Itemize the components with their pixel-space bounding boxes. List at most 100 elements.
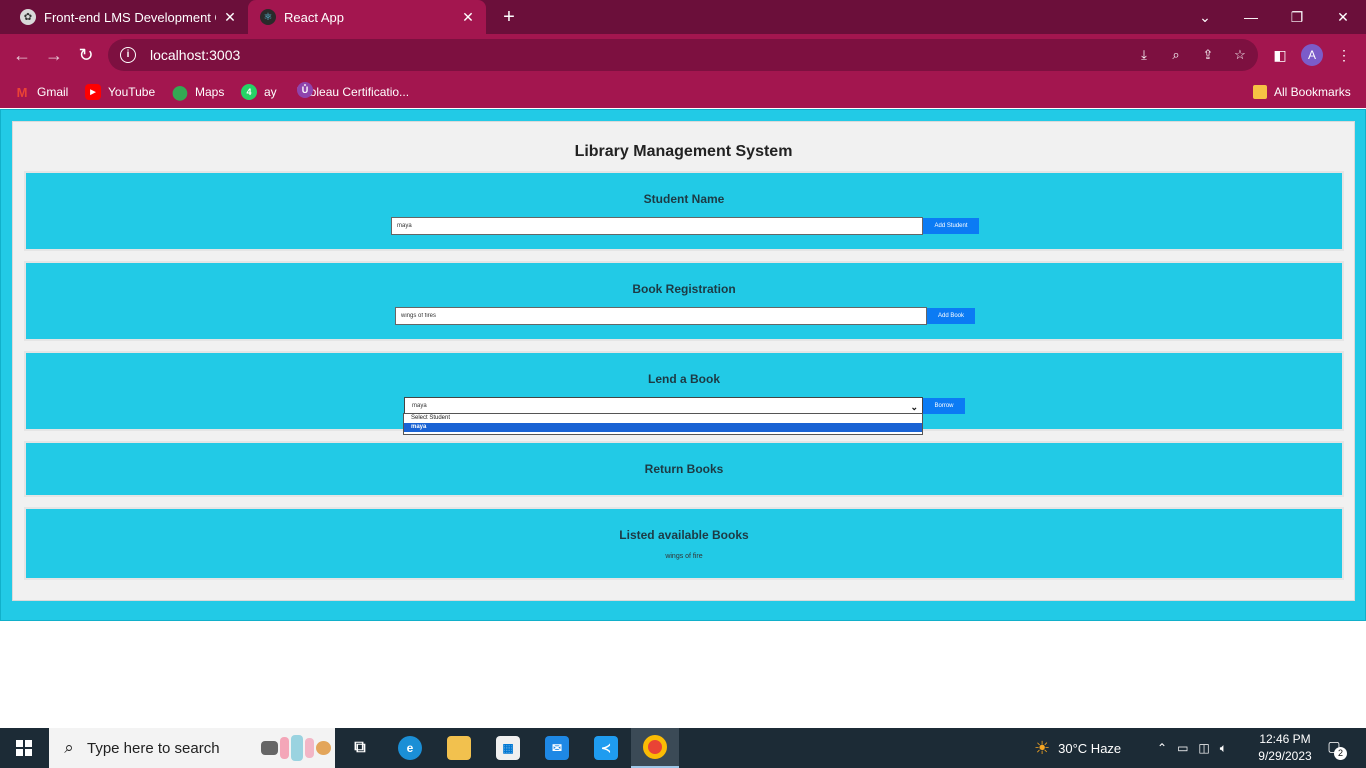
tab-search-icon[interactable]: ⌄ <box>1193 5 1217 29</box>
browser-toolbar: ← → ↻ i localhost:3003 ⤓ ⌕ ⇪ ☆ ◧ ⋮ <box>0 34 1366 76</box>
add-book-button[interactable]: Add Book <box>927 308 975 324</box>
bookmark-label: All Bookmarks <box>1274 85 1351 99</box>
system-tray: ⌃ ▭ ◫ 🔈︎ <box>1157 728 1227 768</box>
tray-chevron-icon[interactable]: ⌃ <box>1157 741 1167 755</box>
bookmark-label: YouTube <box>108 85 156 99</box>
haze-icon: ☀ <box>1034 737 1051 758</box>
browser-tab-bar: ✿ Front-end LMS Development Gu ✕ ⚛ React… <box>0 0 1366 34</box>
volume-icon[interactable]: 🔈︎ <box>1220 741 1227 756</box>
folder-icon <box>1253 85 1267 99</box>
dropdown-option[interactable]: Select Student <box>404 414 922 423</box>
select-value: maya <box>412 403 427 409</box>
chrome-icon <box>643 735 667 759</box>
tab-title: Front-end LMS Development Gu <box>44 9 216 25</box>
dropdown-option[interactable]: maya <box>404 423 922 432</box>
react-icon: ⚛ <box>260 9 276 25</box>
share-icon[interactable]: ⇪ <box>1196 43 1220 67</box>
zoom-icon[interactable]: ⌕ <box>1164 43 1188 67</box>
borrow-button[interactable]: Borrow <box>923 398 965 414</box>
file-explorer-app[interactable] <box>435 728 483 768</box>
windows-taskbar: ⌕ Type here to search ⧉ e ▦ ✉ ≺ ☀ 30°C H… <box>0 728 1366 768</box>
address-url: localhost:3003 <box>150 47 241 63</box>
weather-widget[interactable]: ☀ 30°C Haze <box>1034 728 1121 768</box>
bookmarks-bar: M Gmail ▶ YouTube ⬤ Maps 4 ay Ů Tableau … <box>0 76 1366 108</box>
tableau-icon: Ů <box>297 82 313 98</box>
student-section: Student Name Add Student <box>24 171 1344 251</box>
bookmark-label: Maps <box>195 85 225 99</box>
close-icon[interactable]: ✕ <box>222 9 238 25</box>
mail-icon: ✉ <box>545 736 569 760</box>
network-icon[interactable]: ◫ <box>1198 741 1209 755</box>
forward-icon[interactable]: → <box>42 43 66 67</box>
restore-icon[interactable]: ❐ <box>1285 5 1309 29</box>
search-placeholder: Type here to search <box>87 739 220 757</box>
section-heading: Student Name <box>643 192 725 206</box>
app-panel: Library Management System Student Name A… <box>12 121 1355 601</box>
back-icon[interactable]: ← <box>10 43 34 67</box>
youtube-icon: ▶ <box>85 84 101 100</box>
side-panel-icon[interactable]: ◧ <box>1268 43 1292 67</box>
minimize-icon[interactable]: — <box>1239 5 1263 29</box>
bookmark-label: Tableau Certificatio... <box>297 85 410 99</box>
tab-react-app[interactable]: ⚛ React App ✕ <box>248 0 486 34</box>
battery-icon[interactable]: ▭ <box>1177 741 1188 755</box>
section-heading: Return Books <box>644 462 724 476</box>
windows-icon <box>16 740 32 756</box>
bookmark-gmail[interactable]: M Gmail <box>14 82 69 102</box>
bookmark-ay[interactable]: 4 ay <box>241 82 277 102</box>
chatgpt-icon: ✿ <box>20 9 36 25</box>
clock-time: 12:46 PM <box>1259 732 1311 746</box>
bookmark-tableau[interactable]: Ů Tableau Certificatio... <box>297 82 409 102</box>
book-title-input[interactable] <box>395 307 927 325</box>
task-view-button[interactable]: ⧉ <box>336 728 384 768</box>
profile-avatar[interactable]: A <box>1301 44 1323 66</box>
search-icon: ⌕ <box>64 738 74 757</box>
menu-icon[interactable]: ⋮ <box>1332 43 1356 67</box>
section-heading: Book Registration <box>632 282 736 296</box>
app-container: Library Management System Student Name A… <box>0 109 1366 621</box>
new-tab-button[interactable]: + <box>498 6 520 28</box>
student-name-input[interactable] <box>391 217 923 235</box>
bookmark-maps[interactable]: ⬤ Maps <box>172 82 224 102</box>
address-bar[interactable]: i localhost:3003 ⤓ ⌕ ⇪ ☆ <box>108 39 1258 71</box>
search-highlight-image <box>261 734 331 762</box>
taskbar-search[interactable]: ⌕ Type here to search <box>49 728 335 768</box>
close-icon[interactable]: ✕ <box>460 9 476 25</box>
edge-app[interactable]: e <box>386 728 434 768</box>
chrome-app[interactable] <box>631 728 679 768</box>
reload-icon[interactable]: ↻ <box>74 43 98 67</box>
vscode-app[interactable]: ≺ <box>582 728 630 768</box>
book-list-item: wings of fire <box>665 553 703 560</box>
edge-icon: e <box>398 736 422 760</box>
whatsapp-icon: 4 <box>241 84 257 100</box>
bookmark-youtube[interactable]: ▶ YouTube <box>85 82 155 102</box>
weather-text: 30°C Haze <box>1058 740 1122 756</box>
window-close-icon[interactable]: ✕ <box>1331 5 1355 29</box>
vscode-icon: ≺ <box>594 736 618 760</box>
add-student-button[interactable]: Add Student <box>923 218 979 234</box>
install-icon[interactable]: ⤓ <box>1132 43 1156 67</box>
bookmark-label: ay <box>264 85 277 99</box>
start-button[interactable] <box>0 728 48 768</box>
task-view-icon: ⧉ <box>354 739 366 756</box>
bookmark-star-icon[interactable]: ☆ <box>1228 43 1252 67</box>
tab-title: React App <box>284 9 344 25</box>
folder-icon <box>447 736 471 760</box>
site-info-icon[interactable]: i <box>120 47 136 63</box>
page-title: Library Management System <box>574 143 793 160</box>
gmail-icon: M <box>16 84 28 100</box>
book-section: Book Registration Add Book <box>24 261 1344 341</box>
listed-section: Listed available Books wings of fire <box>24 507 1344 580</box>
store-icon: ▦ <box>496 736 520 760</box>
section-heading: Listed available Books <box>619 528 749 542</box>
notification-count: 2 <box>1334 747 1347 760</box>
bookmark-label: Gmail <box>37 85 69 99</box>
mail-app[interactable]: ✉ <box>533 728 581 768</box>
tab-lms-guide[interactable]: ✿ Front-end LMS Development Gu ✕ <box>8 0 248 34</box>
clock-date: 9/29/2023 <box>1258 749 1312 763</box>
return-section: Return Books <box>24 441 1344 497</box>
all-bookmarks[interactable]: All Bookmarks <box>1253 82 1351 102</box>
student-select-dropdown: Select Student maya <box>403 413 923 435</box>
store-app[interactable]: ▦ <box>484 728 532 768</box>
clock[interactable]: 12:46 PM 9/29/2023 <box>1250 731 1320 765</box>
